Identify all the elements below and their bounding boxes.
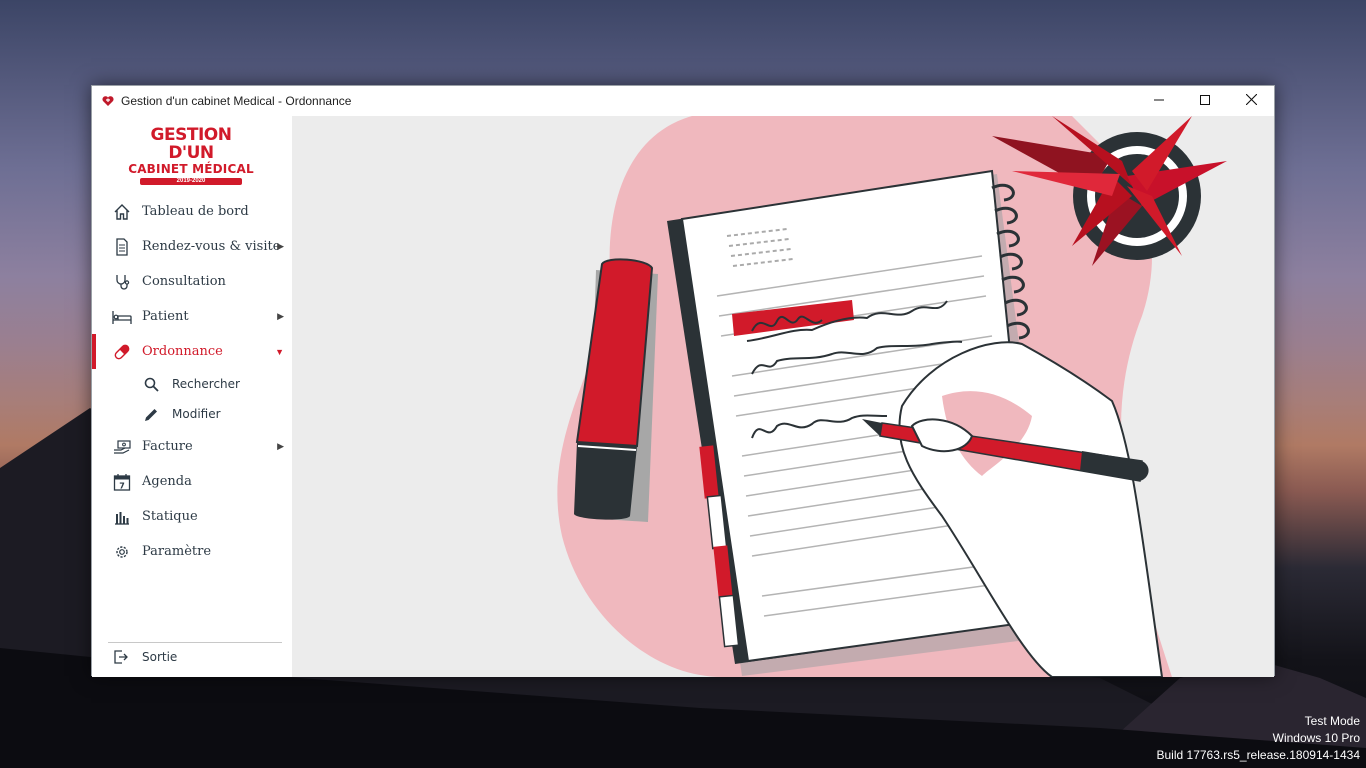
sidebar-item-consultation[interactable]: Consultation [92,264,292,299]
sidebar-item-label: Facture [142,439,193,454]
watermark-line3: Build 17763.rs5_release.180914-1434 [1156,748,1361,762]
sidebar-nav: Tableau de bord Rendez-vous & visite ▶ C… [92,194,292,569]
logo-line1: GESTION D'UN [150,125,232,163]
calendar-icon: 7 [112,472,132,492]
close-button[interactable] [1228,86,1274,116]
maximize-icon [1200,92,1210,110]
bar-chart-icon [112,507,132,527]
watermark-line1: Test Mode [1304,714,1360,728]
sidebar-item-rendez-vous[interactable]: Rendez-vous & visite ▶ [92,229,292,264]
money-hand-icon [112,437,132,457]
maximize-button[interactable] [1182,86,1228,116]
minimize-button[interactable] [1136,86,1182,116]
windows-watermark: Test Mode Windows 10 Pro Build 17763.rs5… [1157,713,1361,764]
sidebar-item-label: Patient [142,309,189,324]
chevron-right-icon: ▶ [277,241,284,251]
sortie-divider [108,642,282,643]
sidebar-item-label: Paramètre [142,544,212,559]
sidebar-item-label: Rendez-vous & visite [142,239,281,254]
window-controls [1136,86,1274,116]
app-window: Gestion d'un cabinet Medical - Ordonnanc… [91,85,1275,677]
logo-strip: 2019-2020 [140,178,242,185]
chevron-right-icon: ▶ [277,311,284,321]
sidebar-item-patient[interactable]: Patient ▶ [92,299,292,334]
subitem-label: Rechercher [172,377,240,391]
sidebar: GESTION D'UN CABINET MÉDICAL 2019-2020 T… [92,116,292,677]
content-area [292,116,1274,677]
sidebar-item-parametre[interactable]: Paramètre [92,534,292,569]
sidebar-item-label: Ordonnance [142,344,223,359]
search-icon [142,375,160,393]
logo-line2: CABINET MÉDICAL [128,162,254,176]
close-icon [1245,92,1257,110]
bed-icon [112,307,132,327]
subitem-rechercher[interactable]: Rechercher [92,369,292,399]
logo-year: 2019-2020 [176,178,206,184]
watermark-line2: Windows 10 Pro [1272,731,1360,745]
svg-text:7: 7 [119,481,125,490]
sidebar-item-ordonnance[interactable]: Ordonnance ▼ [92,334,292,369]
sidebar-item-statique[interactable]: Statique [92,499,292,534]
home-icon [112,202,132,222]
subitem-label: Modifier [172,407,221,421]
gear-icon [112,542,132,562]
notebook-writing-illustration [557,116,1227,677]
chevron-down-icon: ▼ [275,346,284,357]
minimize-icon [1154,92,1164,110]
sidebar-item-agenda[interactable]: 7 Agenda [92,464,292,499]
exit-label: Sortie [142,650,178,664]
sidebar-item-tableau-de-bord[interactable]: Tableau de bord [92,194,292,229]
sidebar-item-label: Tableau de bord [142,204,249,219]
exit-button[interactable]: Sortie [92,646,292,668]
app-heart-icon [102,95,114,107]
title-bar[interactable]: Gestion d'un cabinet Medical - Ordonnanc… [92,86,1274,116]
window-title: Gestion d'un cabinet Medical - Ordonnanc… [121,94,352,108]
subitem-modifier[interactable]: Modifier [92,399,292,429]
pill-icon [112,342,132,362]
exit-icon [112,648,130,666]
sidebar-item-label: Agenda [142,474,192,489]
pencil-icon [142,405,160,423]
sidebar-item-label: Consultation [142,274,226,289]
marker-icon [574,258,658,522]
app-logo: GESTION D'UN CABINET MÉDICAL 2019-2020 [126,125,256,185]
sidebar-item-label: Statique [142,509,198,524]
document-icon [112,237,132,257]
sidebar-item-facture[interactable]: Facture ▶ [92,429,292,464]
chevron-right-icon: ▶ [277,441,284,451]
stethoscope-icon [112,272,132,292]
